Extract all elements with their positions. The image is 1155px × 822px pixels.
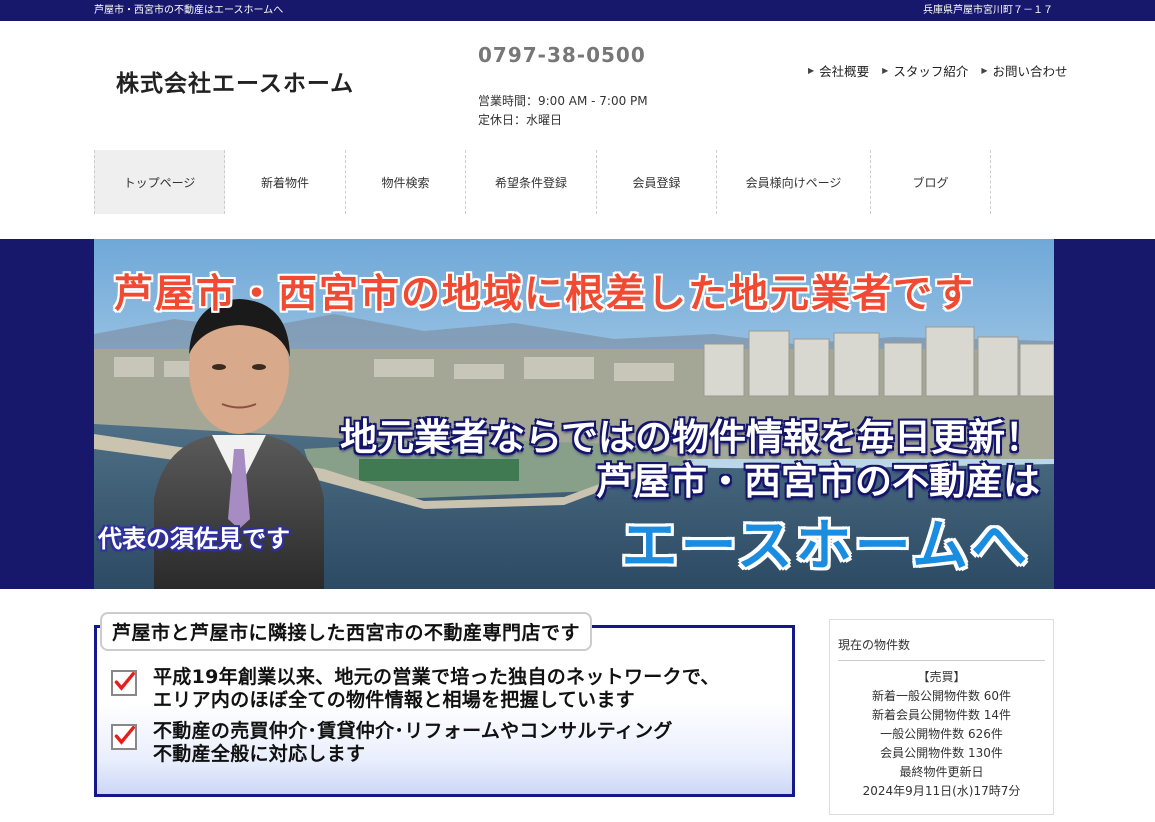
stat-line: 会員公開物件数 130件 — [880, 746, 1003, 760]
global-nav: トップページ 新着物件 物件検索 希望条件登録 会員登録 会員様向けページ ブロ… — [94, 150, 991, 214]
feature-text: 平成19年創業以来、地元の営業で培った独自のネットワークで、 エリア内のほぼ全て… — [153, 666, 720, 712]
stat-line: 最終物件更新日 — [899, 765, 984, 779]
stat-line: 新着会員公開物件数 14件 — [871, 708, 1012, 722]
chevron-right-icon: ▶ — [981, 66, 988, 75]
checkmark-icon — [111, 670, 137, 696]
chevron-right-icon: ▶ — [882, 66, 889, 75]
chevron-right-icon: ▶ — [808, 66, 815, 75]
link-label: 会社概要 — [819, 64, 870, 79]
intro-title-text: 芦屋市と芦屋市に隣接した西宮市の不動産専門店です — [112, 622, 581, 644]
link-label: お問い合わせ — [992, 64, 1068, 79]
feature-text: 不動産の売買仲介･賃貸仲介･リフォームやコンサルティング 不動産全般に対応します — [153, 720, 673, 766]
checkmark-icon — [111, 724, 137, 750]
hero-headline: 芦屋市・西宮市の地域に根差した地元業者です — [114, 272, 976, 317]
widget-body: 【売買】 新着一般公開物件数 60件 新着会員公開物件数 14件 一般公開物件数… — [830, 668, 1053, 801]
feature-item: 不動産の売買仲介･賃貸仲介･リフォームやコンサルティング 不動産全般に対応します — [111, 720, 673, 766]
nav-item-register[interactable]: 会員登録 — [597, 150, 717, 214]
divider — [838, 660, 1045, 661]
phone-number[interactable]: 0797-38-0500 — [478, 43, 646, 67]
site-logo[interactable]: 株式会社エースホーム — [116, 64, 354, 98]
holiday-text: 定休日：水曜日 — [478, 113, 563, 127]
hero-caption: 代表の須佐見です — [98, 525, 290, 553]
stat-line: 2024年9月11日(水)17時7分 — [862, 784, 1021, 798]
nav-item-new[interactable]: 新着物件 — [225, 150, 346, 214]
intro-panel-title: 芦屋市と芦屋市に隣接した西宮市の不動産専門店です — [100, 612, 593, 651]
link-company[interactable]: ▶ 会社概要 — [808, 61, 869, 80]
hero-brand: エースホームへ — [621, 514, 1030, 579]
feature-line: 平成19年創業以来、地元の営業で培った独自のネットワークで、 — [153, 666, 720, 688]
feature-line: 不動産全般に対応します — [153, 743, 366, 765]
address: 兵庫県芦屋市宮川町７－１７ — [923, 5, 1053, 16]
widget-title: 現在の物件数 — [838, 638, 911, 652]
tagline: 芦屋市・西宮市の不動産はエースホームへ — [94, 5, 284, 16]
feature-item: 平成19年創業以来、地元の営業で培った独自のネットワークで、 エリア内のほぼ全て… — [111, 666, 720, 712]
listing-count-widget: 現在の物件数 【売買】 新着一般公開物件数 60件 新着会員公開物件数 14件 … — [829, 619, 1054, 815]
nav-item-top[interactable]: トップページ — [94, 150, 225, 214]
nav-item-blog[interactable]: ブログ — [871, 150, 991, 214]
hero-subheadline-2: 芦屋市・西宮市の不動産は — [596, 460, 1040, 503]
link-staff[interactable]: ▶ スタッフ紹介 — [882, 61, 968, 80]
section-label: 【売買】 — [917, 670, 966, 684]
feature-line: エリア内のほぼ全ての物件情報と相場を把握しています — [153, 689, 635, 711]
link-contact[interactable]: ▶ お問い合わせ — [981, 61, 1067, 80]
link-label: スタッフ紹介 — [893, 64, 969, 79]
nav-item-wishlist[interactable]: 希望条件登録 — [466, 150, 597, 214]
hours-text: 営業時間：9:00 AM - 7:00 PM — [478, 94, 648, 108]
header-links: ▶ 会社概要 ▶ スタッフ紹介 ▶ お問い合わせ — [808, 61, 1068, 80]
business-hours: 営業時間：9:00 AM - 7:00 PM 定休日：水曜日 — [478, 92, 648, 130]
nav-item-members[interactable]: 会員様向けページ — [717, 150, 871, 214]
stat-line: 新着一般公開物件数 60件 — [871, 689, 1012, 703]
stat-line: 一般公開物件数 626件 — [880, 727, 1003, 741]
hero-banner[interactable]: 芦屋市・西宮市の地域に根差した地元業者です 地元業者ならではの物件情報を毎日更新… — [94, 239, 1054, 589]
feature-line: 不動産の売買仲介･賃貸仲介･リフォームやコンサルティング — [153, 720, 673, 742]
top-bar: 芦屋市・西宮市の不動産はエースホームへ 兵庫県芦屋市宮川町７－１７ — [0, 0, 1155, 21]
nav-item-search[interactable]: 物件検索 — [346, 150, 466, 214]
